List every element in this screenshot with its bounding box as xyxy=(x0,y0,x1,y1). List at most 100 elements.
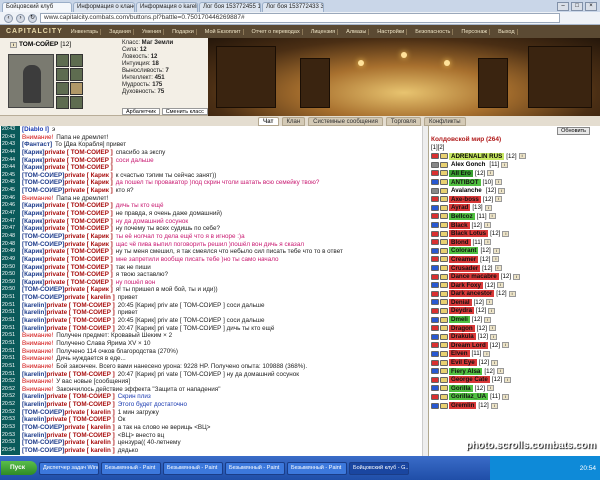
armor-slot[interactable] xyxy=(56,68,69,81)
user-row[interactable]: Drakula [12] i xyxy=(429,332,600,341)
chat-private[interactable]: private [ ТОМ-СОЙЕР ] xyxy=(45,225,113,233)
forward-icon[interactable]: › xyxy=(16,13,25,23)
user-row[interactable]: Black Lotus [12] i xyxy=(429,229,600,238)
user-name[interactable]: Gorilla xyxy=(449,384,473,392)
back-icon[interactable]: ‹ xyxy=(4,13,13,23)
user-name[interactable]: Blond xyxy=(449,238,471,246)
chat-private[interactable]: private [ ТОМ-СОЙЕР ] xyxy=(47,432,115,440)
chat-private[interactable]: private [ ТОМ-СОЙЕР ] xyxy=(47,371,115,379)
info-icon[interactable]: i xyxy=(518,153,526,160)
taskbar-item[interactable]: Бойцовский клуб - G... xyxy=(349,461,409,475)
browser-tab[interactable]: Лог боя 153772433 3541 xyxy=(262,2,324,12)
chat-sender[interactable]: [karelin] xyxy=(22,325,47,333)
menu-item[interactable]: Умения xyxy=(140,28,165,35)
chat-sender[interactable]: [Карик] xyxy=(22,164,45,172)
info-icon[interactable]: i xyxy=(10,41,17,48)
chat-tab[interactable]: Системные сообщения xyxy=(308,116,383,126)
user-row[interactable]: Dance macabre [12] i xyxy=(429,272,600,281)
info-icon[interactable]: i xyxy=(492,247,500,254)
chat-sender[interactable]: [karelin] xyxy=(22,302,47,310)
chat-sender[interactable]: [karelin] xyxy=(22,432,47,440)
chat-private[interactable]: private [ Карик ] xyxy=(64,241,112,249)
info-icon[interactable]: i xyxy=(491,359,499,366)
chat-private[interactable]: private [ karelin ] xyxy=(64,424,114,432)
user-row[interactable]: Dark ancestor [12] i xyxy=(429,290,600,299)
user-row[interactable]: Black [12] i xyxy=(429,221,600,230)
user-name[interactable]: Evil Eye xyxy=(449,359,477,367)
user-row[interactable]: Colorant [12] i xyxy=(429,247,600,256)
info-icon[interactable]: i xyxy=(494,265,502,272)
chat-private[interactable]: private [ ТОМ-СОЙЕР ] xyxy=(47,325,115,333)
chat-sender[interactable]: [ТОМ-СОЙЕР] xyxy=(22,286,64,294)
info-icon[interactable]: i xyxy=(502,342,510,349)
chat-sender[interactable]: [Карик] xyxy=(22,218,45,226)
info-icon[interactable]: i xyxy=(501,393,509,400)
user-row[interactable]: Bellcoz [11] i xyxy=(429,212,600,221)
info-icon[interactable]: i xyxy=(484,239,492,246)
character-portrait[interactable] xyxy=(8,54,54,108)
chat-private[interactable]: private [ Карик ] xyxy=(64,233,112,241)
chat-private[interactable]: private [ ТОМ-СОЙЕР ] xyxy=(47,401,115,409)
info-icon[interactable]: i xyxy=(496,368,504,375)
chat-private[interactable]: private [ ТОМ-СОЙЕР ] xyxy=(45,210,113,218)
chat-sender[interactable]: [Карик] xyxy=(22,256,45,264)
chat-sender[interactable]: [ТОМ-СОЙЕР] xyxy=(22,179,64,187)
info-icon[interactable]: i xyxy=(497,282,505,289)
user-name[interactable]: Black xyxy=(449,221,470,229)
chat-sender[interactable]: [karelin] xyxy=(22,317,47,325)
chat-sender[interactable]: [Карик] xyxy=(22,157,45,165)
chat-tab[interactable]: Чат xyxy=(258,116,279,126)
info-icon[interactable]: i xyxy=(492,256,500,263)
user-row[interactable]: George Cate [12] i xyxy=(429,375,600,384)
menu-item[interactable]: Подарки xyxy=(170,28,197,35)
chat-sender[interactable]: [ТОМ-СОЙЕР] xyxy=(22,424,64,432)
chat-private[interactable]: private [ ТОМ-СОЙЕР ] xyxy=(45,248,113,256)
info-icon[interactable]: i xyxy=(484,316,492,323)
user-name[interactable]: Dream Lord xyxy=(449,341,488,349)
browser-tab[interactable]: Информация о karelin xyxy=(136,2,198,12)
info-icon[interactable]: i xyxy=(501,161,509,168)
user-name[interactable]: Crusader xyxy=(449,264,481,272)
chat-private[interactable]: private [ ТОМ-СОЙЕР ] xyxy=(45,149,113,157)
user-row[interactable]: Blond [11] i xyxy=(429,238,600,247)
shield-slot[interactable] xyxy=(70,96,83,109)
weapon-slot[interactable] xyxy=(70,82,83,95)
chat-private[interactable]: private [ ТОМ-СОЙЕР ] xyxy=(45,264,113,272)
info-icon[interactable]: i xyxy=(483,222,491,229)
user-name[interactable]: Drakula xyxy=(449,333,476,341)
user-name[interactable]: Alex Gonch xyxy=(449,161,488,169)
menu-item[interactable]: Персонаж xyxy=(459,28,491,35)
user-row[interactable]: Dark Foxy [12] i xyxy=(429,281,600,290)
user-name[interactable]: Colorant xyxy=(449,247,479,255)
info-icon[interactable]: i xyxy=(485,299,493,306)
info-icon[interactable]: i xyxy=(504,376,512,383)
chat-sender[interactable]: [karelin] xyxy=(22,401,47,409)
user-name[interactable]: Ayrad xyxy=(449,204,471,212)
user-name[interactable]: Dance macabre xyxy=(449,273,499,281)
chat-private[interactable]: private [ karelin ] xyxy=(64,409,114,417)
chat-private[interactable]: private [ karelin ] xyxy=(64,294,114,302)
user-row[interactable]: Evil Eye [12] i xyxy=(429,358,600,367)
user-row[interactable]: Fiery Alsa [12] i xyxy=(429,367,600,376)
chat-private[interactable]: private [ ТОМ-СОЙЕР ] xyxy=(47,416,115,424)
maximize-icon[interactable]: □ xyxy=(571,2,583,11)
user-row[interactable]: Dream Lord [12] i xyxy=(429,341,600,350)
boots-slot[interactable] xyxy=(56,96,69,109)
chat-private[interactable]: private [ Карик ] xyxy=(64,286,112,294)
user-name[interactable]: ADRENALIN RUS xyxy=(449,152,505,160)
browser-tab[interactable]: Информация о клане Capital xyxy=(73,2,135,12)
user-row[interactable]: Gremlin [12] i xyxy=(429,401,600,410)
pagination[interactable]: [1][2] xyxy=(429,144,600,152)
info-icon[interactable]: i xyxy=(488,307,496,314)
info-icon[interactable]: i xyxy=(488,325,496,332)
menu-item[interactable]: Отчет о переводах xyxy=(250,28,303,35)
minimize-icon[interactable]: – xyxy=(557,2,569,11)
info-icon[interactable]: i xyxy=(513,273,521,280)
chat-private[interactable]: private [ ТОМ-СОЙЕР ] xyxy=(45,271,113,279)
user-name[interactable]: Axe-boss xyxy=(449,195,481,203)
info-icon[interactable]: i xyxy=(498,187,506,194)
taskbar-item[interactable]: Безымянный - Paint xyxy=(225,461,285,475)
info-icon[interactable]: i xyxy=(483,350,491,357)
chat-private[interactable]: private [ ТОМ-СОЙЕР ] xyxy=(45,157,113,165)
chat-sender[interactable]: [ТОМ-СОЙЕР] xyxy=(22,241,64,249)
